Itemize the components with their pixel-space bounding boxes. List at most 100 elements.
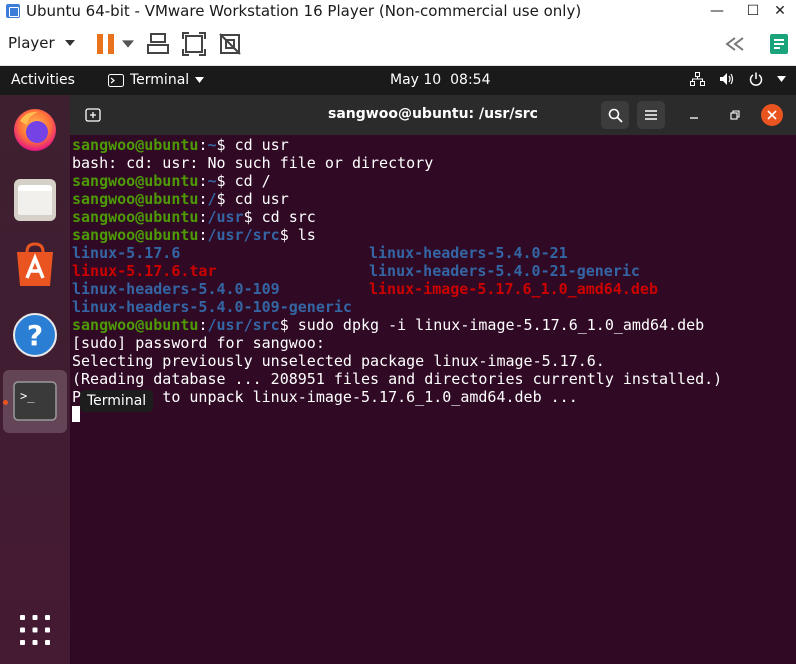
dock: ? >_ — [0, 95, 70, 664]
command-text: cd / — [234, 172, 271, 190]
chevron-down-icon — [64, 40, 75, 46]
double-chevron-left-icon[interactable] — [722, 32, 746, 56]
prompt-path: /usr/src — [207, 226, 280, 244]
terminal-line: Preparing to unpack linux-image-5.17.6_1… — [72, 388, 792, 406]
terminal-line: linux-headers-5.4.0-109-generic — [72, 298, 792, 316]
vmware-title-bar: Ubuntu 64-bit - VMware Workstation 16 Pl… — [0, 0, 796, 22]
app-menu-label: Terminal — [130, 72, 190, 88]
clock-time: 08:54 — [450, 72, 491, 88]
dock-running-indicator — [3, 400, 8, 405]
terminal-maximize-button[interactable] — [721, 101, 749, 129]
clock[interactable]: May 10 08:54 — [390, 72, 490, 88]
library-notes-icon[interactable] — [767, 32, 791, 56]
terminal-window: sangwoo@ubuntu: /usr/src sangwoo@ubuntu:… — [70, 95, 796, 664]
unity-mode-icon[interactable] — [218, 32, 242, 56]
terminal-line: linux-5.17.6.tar linux-headers-5.4.0-21-g… — [72, 262, 792, 280]
minimize-icon — [690, 117, 698, 119]
prompt-path: ~ — [207, 136, 217, 154]
hamburger-menu-icon — [645, 110, 657, 120]
prompt-path: / — [207, 190, 217, 208]
terminal-line: sangwoo@ubuntu:/usr/src$ ls — [72, 226, 316, 244]
terminal-line: sangwoo@ubuntu:~$ cd usr — [72, 136, 289, 154]
terminal-line: linux-headers-5.4.0-109 linux-image-5.17.… — [72, 280, 792, 298]
prompt-user: sangwoo@ubuntu — [72, 208, 199, 226]
vmware-toolbar: Player — [0, 22, 796, 66]
terminal-close-button[interactable] — [761, 104, 783, 126]
output-text: Selecting previously unselected package … — [72, 352, 605, 370]
svg-text:>_: >_ — [20, 389, 35, 403]
terminal-header-bar: sangwoo@ubuntu: /usr/src — [70, 95, 796, 135]
prompt-user: sangwoo@ubuntu — [72, 136, 199, 154]
prompt-user: sangwoo@ubuntu — [72, 226, 199, 244]
menu-button[interactable] — [637, 101, 665, 129]
output-text: (Reading database ... 208951 files and d… — [72, 370, 723, 388]
minimize-button[interactable]: — — [699, 0, 735, 22]
command-text: ls — [297, 226, 316, 244]
svg-text:?: ? — [27, 319, 43, 352]
command-text: cd src — [261, 208, 316, 226]
prompt-user: sangwoo@ubuntu — [72, 172, 199, 190]
prompt-path: /usr/src — [207, 316, 280, 334]
terminal-minimize-button[interactable] — [680, 101, 708, 129]
prompt-user: sangwoo@ubuntu — [72, 190, 199, 208]
power-dropdown-chevron-icon[interactable] — [122, 40, 134, 48]
chevron-down-icon — [777, 76, 786, 82]
command-text: cd usr — [234, 190, 289, 208]
app-menu-terminal[interactable]: Terminal — [108, 72, 205, 88]
maximize-icon — [730, 110, 740, 120]
ubuntu-top-bar: Activities Terminal May 10 08:54 — [0, 66, 796, 95]
ls-entry: linux-5.17.6 — [72, 244, 181, 262]
activities-button[interactable]: Activities — [11, 72, 75, 88]
clock-date: May 10 — [390, 72, 442, 88]
dock-ubuntu-software[interactable] — [10, 240, 60, 290]
vmware-app-icon — [6, 4, 20, 18]
dock-firefox[interactable] — [10, 105, 60, 155]
close-icon — [767, 110, 777, 120]
dock-tooltip: Terminal — [80, 390, 154, 412]
ubuntu-software-icon — [17, 242, 53, 286]
terminal-icon: >_ — [13, 381, 57, 421]
close-button[interactable]: ✕ — [762, 0, 796, 22]
pause-icon[interactable] — [94, 32, 118, 56]
terminal-line: sangwoo@ubuntu:/$ cd usr — [72, 190, 289, 208]
grid-icon — [20, 615, 50, 645]
prompt-path: ~ — [207, 172, 217, 190]
firefox-icon — [14, 109, 56, 151]
terminal-line: sangwoo@ubuntu:/usr$ cd src — [72, 208, 316, 226]
player-menu-button[interactable]: Player — [8, 34, 75, 52]
ls-entry: linux-headers-5.4.0-109-generic — [72, 298, 352, 316]
terminal-line: sangwoo@ubuntu:/usr/src$ sudo dpkg -i li… — [72, 316, 705, 334]
prompt-path: /usr — [207, 208, 244, 226]
search-icon — [608, 108, 623, 123]
terminal-line: (Reading database ... 208951 files and d… — [72, 370, 792, 388]
chevron-down-icon — [195, 77, 205, 83]
removable-devices-icon[interactable] — [146, 32, 170, 56]
vmware-window-title: Ubuntu 64-bit - VMware Workstation 16 Pl… — [26, 2, 582, 20]
terminal-line: Selecting previously unselected package … — [72, 352, 792, 370]
ls-entry: linux-image-5.17.6_1.0_amd64.deb — [369, 280, 658, 298]
files-folder-icon — [14, 179, 56, 221]
output-text: [sudo] password for sangwoo: — [72, 334, 325, 352]
ls-entry: linux-headers-5.4.0-109 — [72, 280, 280, 298]
help-icon: ? — [13, 313, 57, 357]
volume-icon — [720, 73, 734, 85]
terminal-line: bash: cd: usr: No such file or directory — [72, 154, 792, 172]
dock-help[interactable]: ? — [10, 310, 60, 360]
terminal-line: linux-5.17.6 linux-headers-5.4.0-21 — [72, 244, 792, 262]
terminal-line: [sudo] password for sangwoo: — [72, 334, 792, 352]
ls-entry: linux-5.17.6.tar — [72, 262, 217, 280]
full-screen-icon[interactable] — [182, 32, 206, 56]
prompt-user: sangwoo@ubuntu — [72, 316, 199, 334]
system-tray[interactable] — [690, 72, 786, 86]
text-cursor — [72, 406, 80, 422]
show-applications-button[interactable] — [10, 605, 60, 655]
search-button[interactable] — [601, 101, 629, 129]
terminal-output[interactable]: sangwoo@ubuntu:~$ cd usr bash: cd: usr: N… — [72, 136, 792, 406]
output-text: bash: cd: usr: No such file or directory — [72, 154, 434, 172]
player-menu-label: Player — [8, 34, 55, 52]
ls-entry: linux-headers-5.4.0-21-generic — [369, 262, 640, 280]
ls-entry: linux-headers-5.4.0-21 — [369, 244, 568, 262]
terminal-small-icon — [108, 73, 124, 87]
dock-files[interactable] — [10, 175, 60, 225]
dock-terminal[interactable]: >_ — [10, 376, 60, 426]
